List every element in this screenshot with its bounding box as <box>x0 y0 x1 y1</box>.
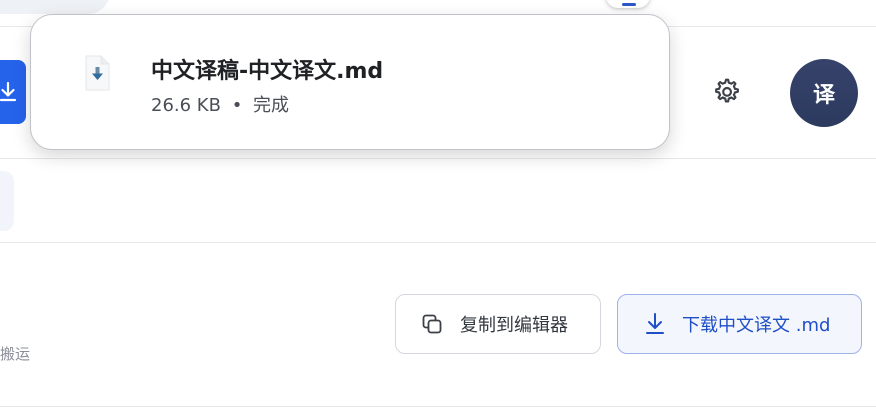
download-status-line: 26.6 KB • 完成 <box>151 91 289 117</box>
footnote-text: 搬运 <box>0 345 31 363</box>
top-left-pill <box>0 0 110 14</box>
file-download-icon <box>83 55 111 91</box>
downloaded-file-name[interactable]: 中文译稿-中文译文.md <box>151 53 383 85</box>
download-button-label: 下载中文译文 .md <box>682 315 831 336</box>
download-status: 完成 <box>253 95 290 116</box>
downloads-toolbar-indicator <box>622 3 636 6</box>
copy-to-editor-button[interactable]: 复制到编辑器 <box>395 294 601 354</box>
section-divider <box>0 242 876 243</box>
bottom-divider <box>0 406 876 407</box>
copy-icon <box>420 312 444 336</box>
gear-icon <box>715 78 739 103</box>
header-divider <box>0 158 876 159</box>
download-popup: 中文译稿-中文译文.md 26.6 KB • 完成 <box>30 14 670 150</box>
download-translation-button[interactable]: 下载中文译文 .md <box>617 294 862 354</box>
toolbar-download-button[interactable] <box>0 60 26 124</box>
copy-button-label: 复制到编辑器 <box>460 315 568 336</box>
file-size: 26.6 KB <box>151 95 221 116</box>
settings-button[interactable] <box>706 72 746 112</box>
text-input-edge[interactable] <box>0 171 14 231</box>
avatar[interactable]: 译 <box>790 59 858 127</box>
avatar-text: 译 <box>812 83 835 108</box>
download-icon <box>0 81 17 102</box>
download-icon <box>643 311 667 337</box>
app-window: 译 搬运 复制到编辑器 下载中文译文 .md 中文译稿-中文译文.md 26.6… <box>0 0 876 410</box>
meta-separator: • <box>231 95 243 116</box>
